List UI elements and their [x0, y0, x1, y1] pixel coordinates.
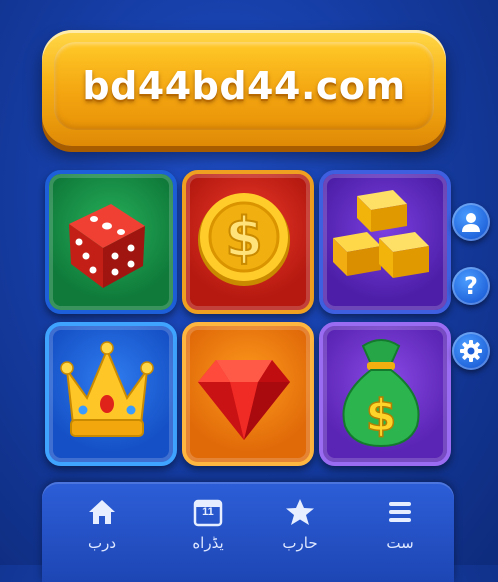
site-domain-text: bd44bd44.com: [82, 64, 406, 108]
nav-label-menu: ست: [386, 534, 414, 552]
nav-label-star: حارب: [282, 534, 318, 552]
game-tile-crown[interactable]: [45, 322, 177, 466]
money-bag-icon: $: [342, 339, 420, 448]
ruby-gem-icon: [198, 360, 290, 440]
nav-item-star[interactable]: حارب: [260, 496, 340, 558]
nav-label-calendar: يڈراه: [192, 534, 224, 552]
user-icon: [462, 213, 480, 232]
settings-button[interactable]: [452, 332, 490, 370]
bottom-nav: درب 11 يڈراه حارب ست: [42, 482, 454, 582]
game-tile-gold-bars[interactable]: [319, 170, 451, 314]
nav-item-menu[interactable]: ست: [360, 496, 440, 558]
help-icon: ?: [464, 272, 478, 300]
nav-label-home: درب: [87, 534, 117, 552]
dice-icon: [69, 204, 145, 288]
svg-text:$: $: [366, 390, 397, 441]
dollar-coin-icon: $: [198, 193, 290, 286]
help-button[interactable]: ?: [452, 267, 490, 305]
game-tile-ruby[interactable]: [182, 322, 314, 466]
home-icon: [89, 500, 115, 524]
gold-bars-icon: [333, 190, 429, 278]
nav-item-calendar[interactable]: 11 يڈراه: [168, 496, 248, 558]
menu-icon: [389, 502, 411, 522]
gear-icon: [460, 340, 482, 362]
nav-item-home[interactable]: درب: [62, 496, 142, 558]
game-tile-dice[interactable]: [45, 170, 177, 314]
game-tile-money-bag[interactable]: $: [319, 322, 451, 466]
banner-plate: bd44bd44.com: [54, 42, 434, 130]
site-banner[interactable]: bd44bd44.com: [42, 30, 446, 146]
game-tile-coin[interactable]: $: [182, 170, 314, 314]
crown-icon: [60, 341, 154, 437]
svg-text:$: $: [225, 206, 263, 269]
star-icon: [286, 499, 314, 525]
calendar-badge: 11: [202, 506, 214, 518]
profile-button[interactable]: [452, 203, 490, 241]
